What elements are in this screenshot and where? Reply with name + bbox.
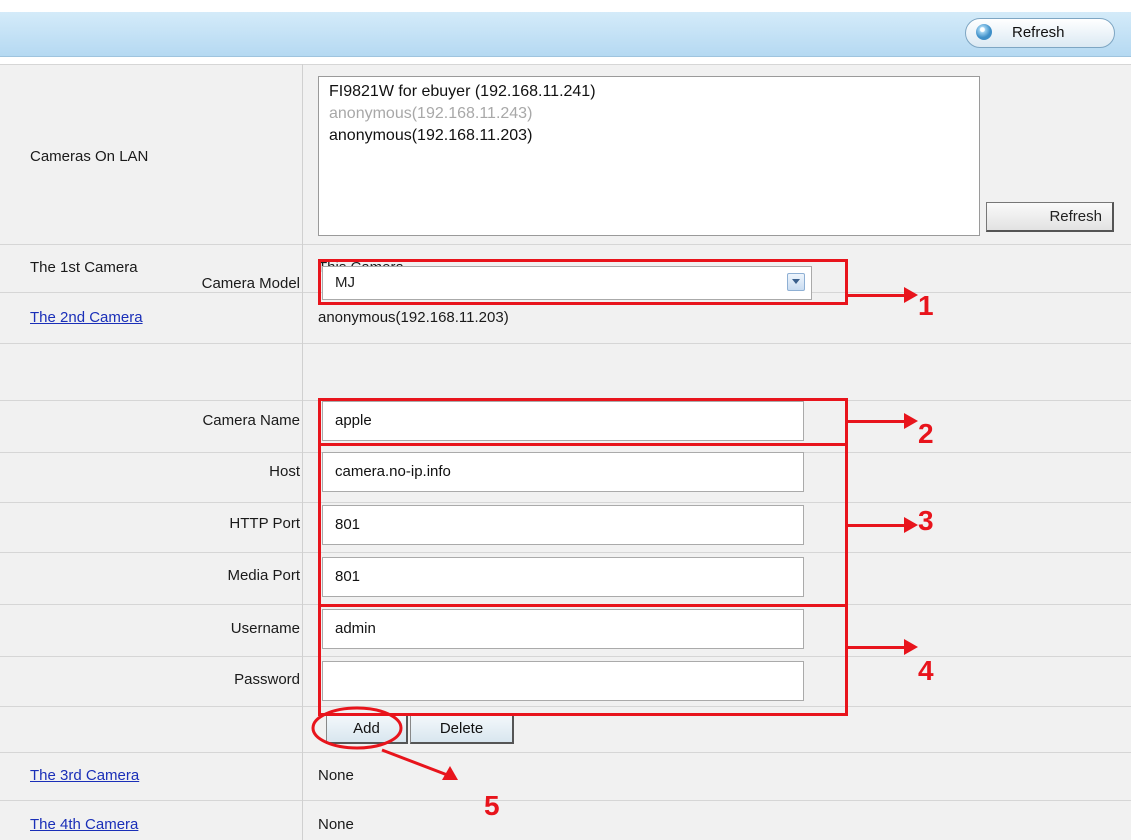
camera2-link[interactable]: The 2nd Camera [30, 309, 143, 326]
row-divider [0, 800, 1131, 801]
http-port-label: HTTP Port [229, 515, 300, 532]
host-label: Host [269, 463, 300, 480]
lan-refresh-button[interactable]: Refresh [986, 202, 1114, 232]
annotation-number-2: 2 [918, 418, 934, 449]
annotation-arrow-4 [848, 639, 918, 655]
column-divider [302, 64, 303, 840]
annotation-circle-5 [311, 706, 458, 780]
annotation-number-4: 4 [918, 655, 934, 686]
row-divider [0, 64, 1131, 65]
cameras-on-lan-label: Cameras On LAN [30, 148, 149, 165]
annotation-number-3: 3 [918, 505, 934, 536]
camera1-label: The 1st Camera [30, 259, 138, 276]
top-toolbar [0, 12, 1131, 57]
annotation-box-1 [318, 259, 848, 305]
camera3-link[interactable]: The 3rd Camera [30, 767, 139, 784]
refresh-button[interactable]: Refresh [965, 18, 1115, 48]
annotation-number-5: 5 [484, 790, 500, 821]
camera4-value: None [318, 816, 354, 833]
refresh-icon [976, 24, 992, 40]
media-port-label: Media Port [227, 567, 300, 584]
row-divider [0, 343, 1131, 344]
password-label: Password [234, 671, 300, 688]
camera-model-label: Camera Model [201, 275, 300, 292]
annotation-arrow-3 [848, 517, 918, 533]
annotation-box-2 [318, 398, 848, 446]
annotation-number-1: 1 [918, 290, 934, 321]
annotation-arrow-2 [848, 413, 918, 429]
lan-camera-list[interactable]: FI9821W for ebuyer (192.168.11.241) anon… [318, 76, 980, 236]
camera-name-label: Camera Name [202, 412, 300, 429]
lan-camera-item[interactable]: anonymous(192.168.11.203) [329, 127, 532, 145]
lan-camera-item[interactable]: anonymous(192.168.11.243) [329, 105, 532, 123]
row-divider [0, 244, 1131, 245]
annotation-box-4 [318, 604, 848, 716]
camera2-value: anonymous(192.168.11.203) [318, 309, 509, 326]
username-label: Username [230, 620, 300, 637]
lan-camera-item[interactable]: FI9821W for ebuyer (192.168.11.241) [329, 83, 596, 101]
camera4-link[interactable]: The 4th Camera [30, 816, 138, 833]
annotation-arrow-1 [848, 287, 918, 303]
refresh-button-label: Refresh [1012, 24, 1065, 41]
annotation-box-3 [318, 443, 848, 607]
row-divider [0, 752, 1131, 753]
